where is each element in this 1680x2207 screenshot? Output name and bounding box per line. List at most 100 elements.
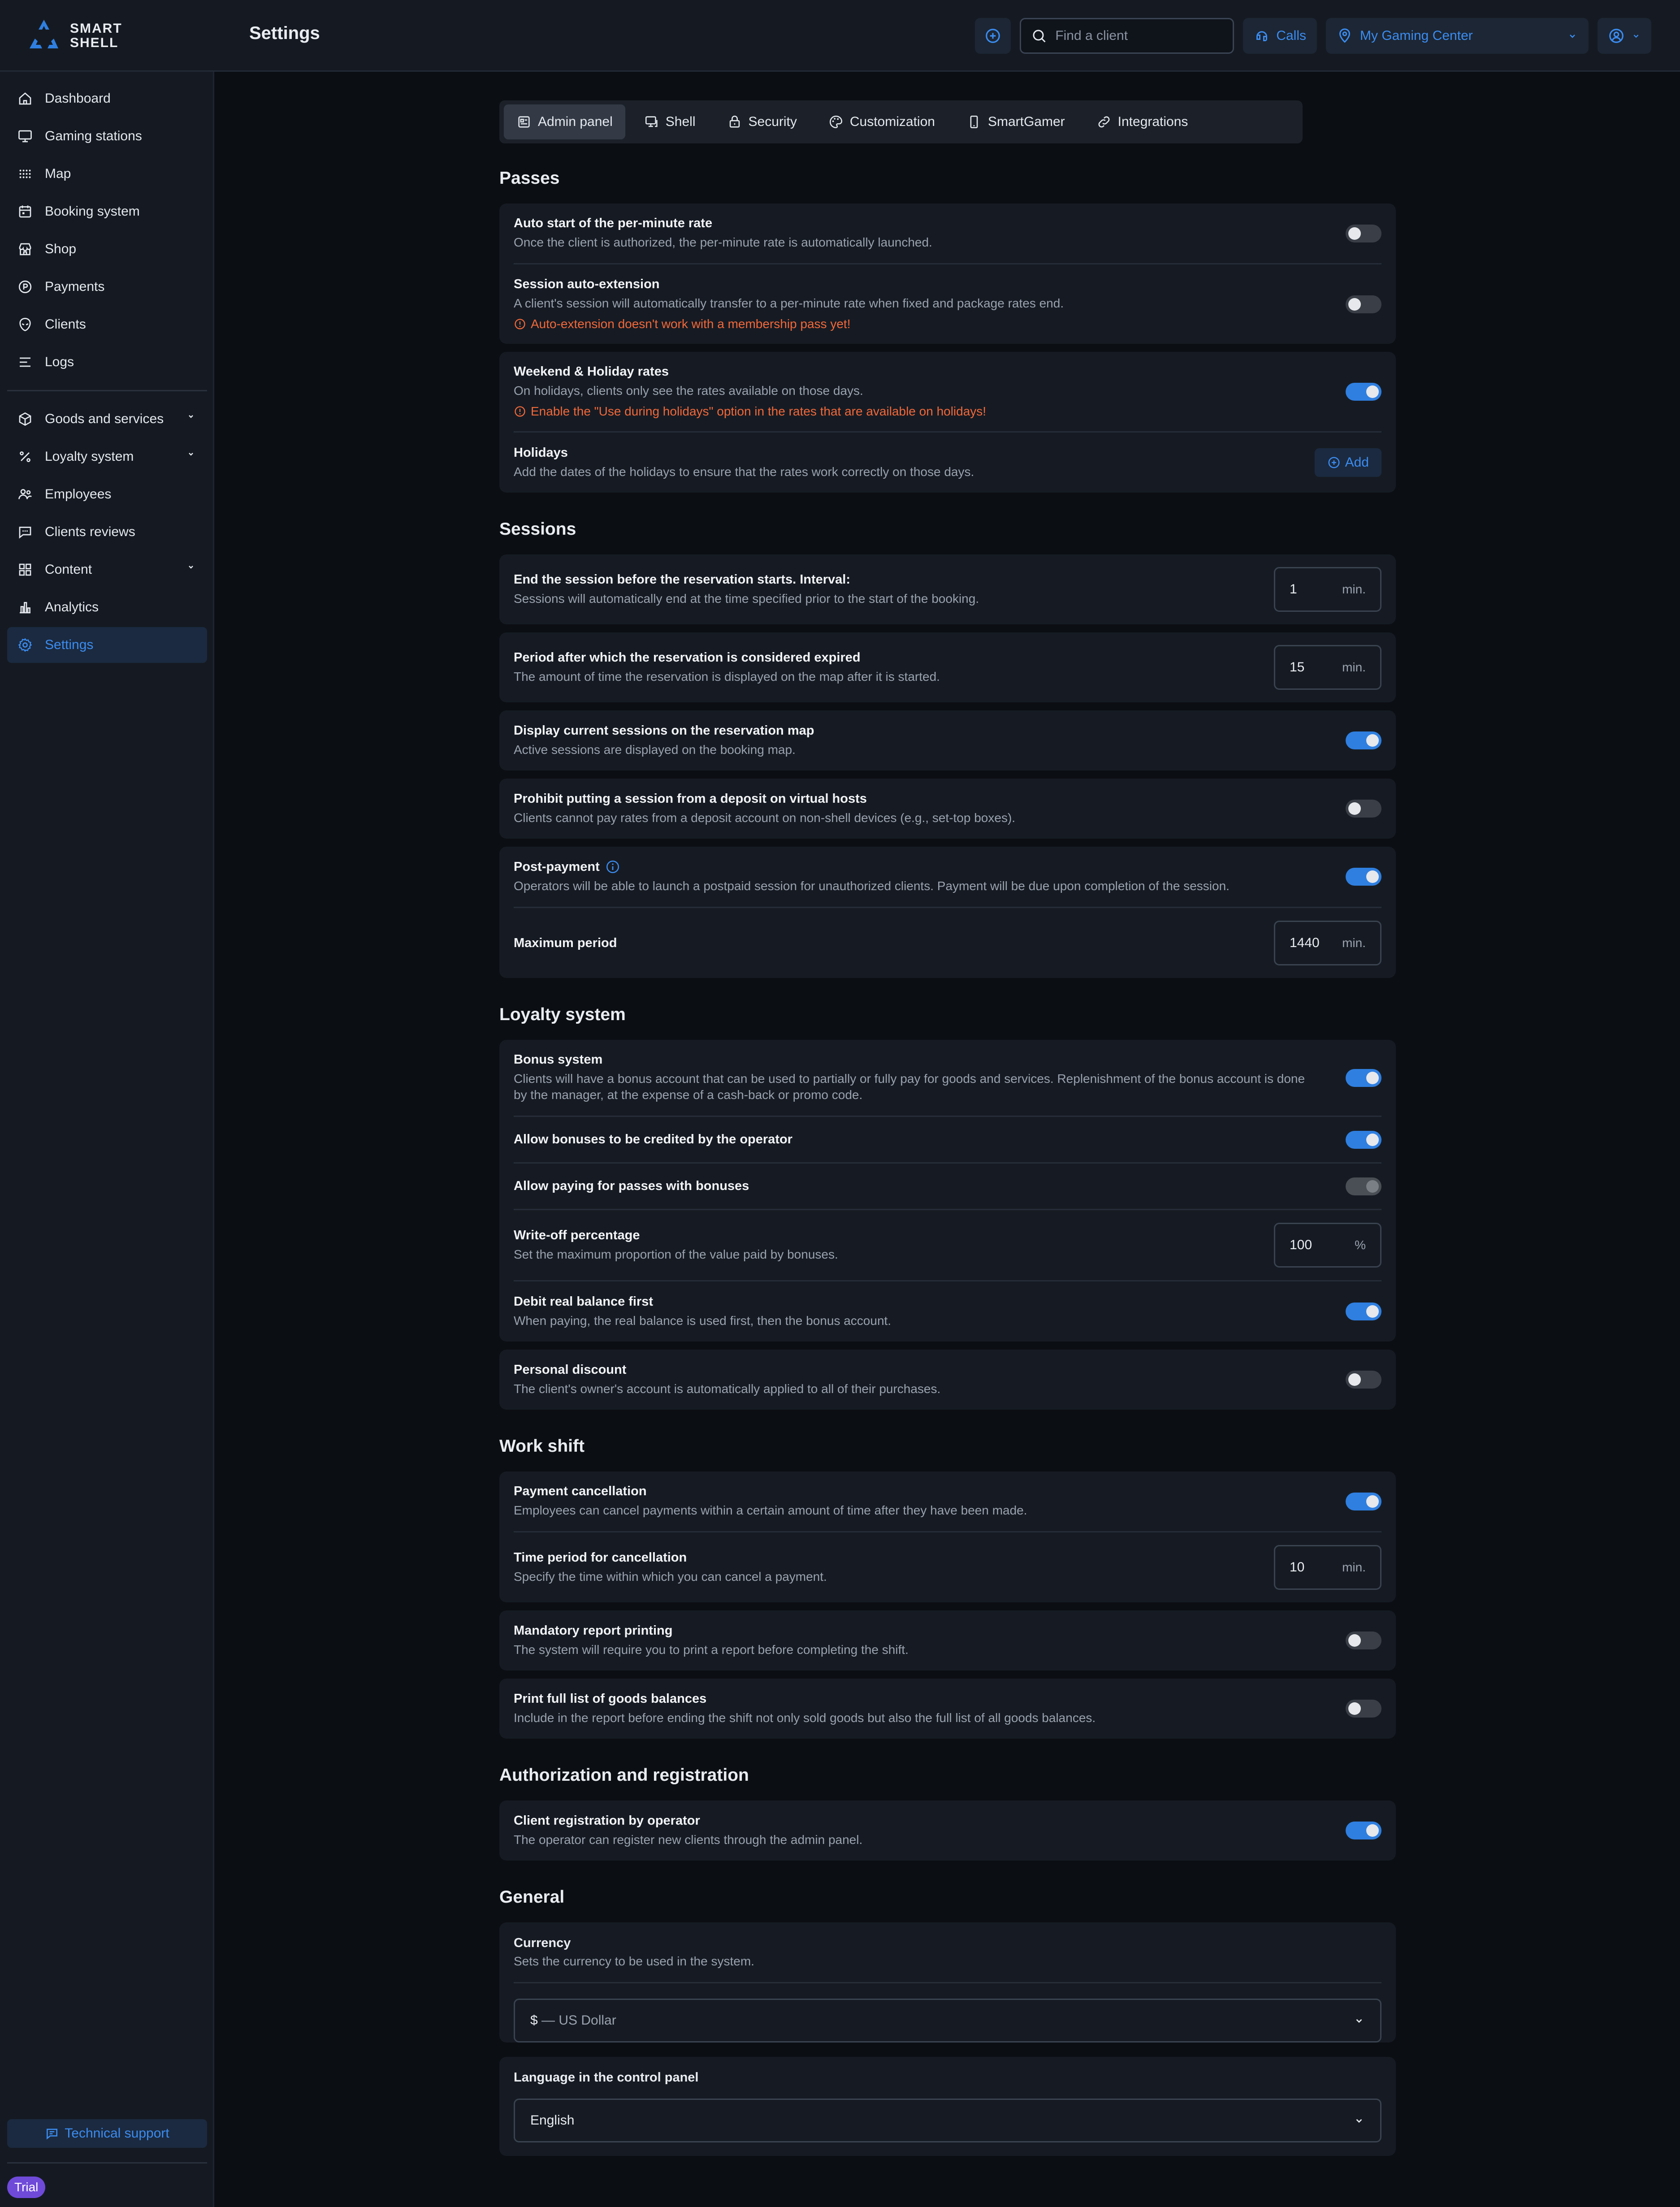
- chart-icon: [20, 602, 30, 614]
- tab-shell[interactable]: Shell: [632, 104, 708, 139]
- sidebar-item-loyalty-system[interactable]: Loyalty system: [7, 439, 207, 475]
- logo[interactable]: SMART SHELL: [25, 16, 122, 56]
- technical-support-button[interactable]: Technical support: [7, 2119, 207, 2148]
- language-select[interactable]: English: [514, 2099, 1381, 2142]
- add-holiday-button[interactable]: Add: [1314, 448, 1381, 477]
- input-value: 10: [1290, 1560, 1305, 1575]
- setting-title: Client registration by operator: [514, 1813, 700, 1828]
- reservation-expired-card: Period after which the reservation is co…: [499, 632, 1396, 702]
- cancellation-period-input[interactable]: 10 min.: [1274, 1545, 1381, 1590]
- currency-card: Currency Sets the currency to be used in…: [499, 1922, 1396, 2043]
- setting-description: Sessions will automatically end at the t…: [514, 591, 979, 606]
- client-search[interactable]: Find a client: [1020, 18, 1234, 54]
- sidebar-item-analytics[interactable]: Analytics: [7, 589, 207, 625]
- sidebar-item-map[interactable]: Map: [7, 156, 207, 192]
- print-goods-balances-toggle[interactable]: [1346, 1700, 1381, 1718]
- setting-print-goods-balances: Print full list of goods balances Includ…: [514, 1679, 1381, 1739]
- setting-title: Auto start of the per-minute rate: [514, 216, 713, 230]
- expired-period-input[interactable]: 15 min.: [1274, 645, 1381, 690]
- write-off-input[interactable]: 100 %: [1274, 1223, 1381, 1268]
- unit-label: min.: [1342, 660, 1366, 674]
- sidebar-item-label: Loyalty system: [45, 449, 134, 464]
- section-title-sessions: Sessions: [499, 519, 576, 539]
- sidebar-item-label: Dashboard: [45, 91, 111, 106]
- profile-menu[interactable]: [1598, 18, 1651, 54]
- sidebar-item-payments[interactable]: Payments: [7, 269, 207, 305]
- currency-name: — US Dollar: [537, 2013, 616, 2028]
- tab-admin-panel[interactable]: Admin panel: [504, 104, 625, 139]
- sidebar-item-booking-system[interactable]: Booking system: [7, 194, 207, 229]
- debit-real-balance-toggle[interactable]: [1346, 1303, 1381, 1320]
- calls-button[interactable]: Calls: [1243, 18, 1317, 54]
- setting-title: Weekend & Holiday rates: [514, 364, 669, 379]
- sidebar-item-label: Logs: [45, 355, 74, 369]
- tab-integrations[interactable]: Integrations: [1084, 104, 1201, 139]
- info-icon[interactable]: [605, 859, 620, 874]
- setting-bonus-system: Bonus system Clients will have a bonus a…: [514, 1040, 1381, 1117]
- settings-tabs: Admin panel Shell Security Customization…: [499, 100, 1303, 143]
- search-input[interactable]: Find a client: [1055, 28, 1128, 43]
- display-sessions-toggle[interactable]: [1346, 731, 1381, 749]
- unit-label: min.: [1342, 1560, 1366, 1574]
- sidebar-item-clients-reviews[interactable]: Clients reviews: [7, 514, 207, 550]
- sidebar-item-label: Booking system: [45, 204, 140, 219]
- sidebar-item-shop[interactable]: Shop: [7, 231, 207, 267]
- sidebar-item-logs[interactable]: Logs: [7, 344, 207, 380]
- tab-customization[interactable]: Customization: [816, 104, 948, 139]
- sidebar-item-gaming-stations[interactable]: Gaming stations: [7, 118, 207, 154]
- lock-icon: [729, 116, 740, 128]
- sidebar-item-goods-and-services[interactable]: Goods and services: [7, 401, 207, 437]
- end-interval-input[interactable]: 1 min.: [1274, 567, 1381, 612]
- sidebar-item-content[interactable]: Content: [7, 552, 207, 588]
- calls-label: Calls: [1276, 28, 1306, 43]
- client-registration-toggle[interactable]: [1346, 1822, 1381, 1839]
- monitor-icon: [18, 130, 32, 143]
- input-value: 1440: [1290, 935, 1320, 950]
- tab-security[interactable]: Security: [714, 104, 810, 139]
- sidebar-divider: [7, 390, 207, 391]
- sidebar-item-label: Shop: [45, 242, 77, 256]
- maximum-period-input[interactable]: 1440 min.: [1274, 921, 1381, 965]
- mandatory-report-toggle[interactable]: [1346, 1631, 1381, 1649]
- prohibit-deposit-toggle[interactable]: [1346, 800, 1381, 818]
- post-payment-toggle[interactable]: [1346, 868, 1381, 886]
- setting-description: Employees can cancel payments within a c…: [514, 1503, 1027, 1517]
- add-label: Add: [1345, 455, 1369, 470]
- headset-icon: [1256, 31, 1268, 41]
- print-balances-card: Print full list of goods balances Includ…: [499, 1679, 1396, 1739]
- location-select[interactable]: My Gaming Center: [1326, 18, 1589, 54]
- sidebar-item-settings[interactable]: Settings: [7, 627, 207, 663]
- tab-label: SmartGamer: [987, 114, 1065, 129]
- bonus-system-toggle[interactable]: [1346, 1069, 1381, 1087]
- allow-credit-toggle[interactable]: [1346, 1130, 1381, 1149]
- language-card: Language in the control panel English: [499, 2057, 1396, 2156]
- personal-discount-toggle[interactable]: [1346, 1371, 1381, 1389]
- weekend-holiday-rates-toggle[interactable]: [1346, 382, 1381, 401]
- setting-title-text: Post-payment: [514, 859, 600, 874]
- allow-pass-bonuses-toggle[interactable]: [1346, 1177, 1381, 1195]
- sidebar-item-clients[interactable]: Clients: [7, 307, 207, 342]
- currency-select[interactable]: $ — US Dollar: [514, 1999, 1381, 2043]
- add-button[interactable]: [975, 18, 1011, 54]
- setting-title: Holidays: [514, 445, 568, 460]
- client-registration-card: Client registration by operator The oper…: [499, 1800, 1396, 1861]
- payment-cancellation-toggle[interactable]: [1346, 1492, 1381, 1510]
- setting-display-sessions: Display current sessions on the reservat…: [514, 710, 1381, 770]
- unit-label: min.: [1342, 936, 1366, 950]
- session-auto-extension-toggle[interactable]: [1346, 295, 1381, 313]
- setting-debit-real-balance: Debit real balance first When paying, th…: [514, 1281, 1381, 1342]
- passes-card: Auto start of the per-minute rate Once t…: [499, 203, 1396, 344]
- chat-bubble-icon: [47, 2129, 58, 2140]
- tab-label: Customization: [849, 114, 935, 129]
- setting-title: Allow bonuses to be credited by the oper…: [514, 1132, 792, 1147]
- chat-icon: [19, 527, 31, 539]
- sidebar-item-label: Analytics: [45, 600, 99, 614]
- sidebar-item-employees[interactable]: Employees: [7, 476, 207, 512]
- auto-start-toggle[interactable]: [1346, 224, 1381, 242]
- monitor-icon: [645, 116, 658, 127]
- setting-language: Language in the control panel English: [514, 2057, 1381, 2156]
- input-value: 100: [1290, 1238, 1312, 1252]
- tab-smartgamer[interactable]: SmartGamer: [954, 104, 1078, 139]
- unit-label: min.: [1342, 582, 1366, 596]
- sidebar-item-dashboard[interactable]: Dashboard: [7, 81, 207, 117]
